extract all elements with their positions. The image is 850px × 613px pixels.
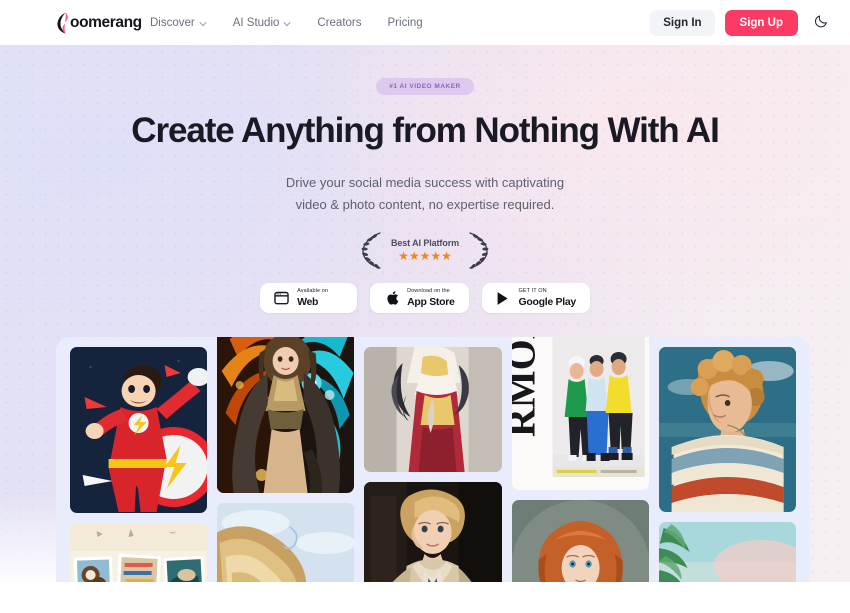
web-button-caption: Available on — [297, 288, 329, 294]
laurel-left-icon — [359, 230, 385, 270]
app-store-button-caption: Download on the — [407, 288, 450, 294]
app-store-button-label: App Store — [407, 295, 455, 308]
nav-item-creators[interactable]: Creators — [317, 17, 361, 29]
hero-subheading-line-1: Drive your social media success with cap… — [285, 175, 565, 190]
showcase-gallery-panel: RMOR NEW STYLE — [56, 337, 810, 613]
brand-logo-text: oomerang — [70, 14, 142, 31]
nav-item-discover[interactable]: Discover — [150, 17, 207, 29]
royal-portrait-card[interactable] — [364, 347, 502, 472]
striped-sweater-card[interactable] — [658, 347, 797, 512]
dark-mode-toggle[interactable] — [810, 12, 832, 34]
hero-subheading: Drive your social media success with cap… — [0, 172, 850, 217]
nav-item-pricing[interactable]: Pricing — [388, 17, 423, 29]
gallery-column-1 — [70, 347, 208, 613]
gallery-column-3 — [364, 347, 502, 613]
google-play-button-label: Google Play — [518, 295, 577, 308]
hero-subheading-line-2: video & photo content, no expertise requ… — [295, 197, 555, 213]
sign-in-button[interactable]: Sign In — [650, 9, 715, 36]
page-root: oomerang Discover AI Studio Creators Pri… — [0, 0, 850, 613]
apple-icon — [384, 291, 399, 306]
nav-item-creators-label: Creators — [317, 16, 362, 29]
gallery-column-2 — [217, 337, 355, 613]
web-button-label: Web — [297, 295, 319, 308]
star-rating: ★★★★★ — [398, 249, 452, 263]
gallery-columns: RMOR NEW STYLE — [56, 337, 810, 613]
nav-actions: Sign In Sign Up — [650, 0, 832, 45]
download-buttons: Available on Web Download on the App Sto… — [0, 283, 850, 313]
google-play-icon — [496, 291, 511, 306]
gallery-column-4: RMOR NEW STYLE — [511, 337, 649, 613]
page-title: Create Anything from Nothing With AI — [131, 111, 720, 150]
panel-bottom-fade — [0, 582, 850, 613]
moon-icon — [814, 13, 829, 33]
sign-up-button[interactable]: Sign Up — [724, 9, 798, 36]
award-title: Best AI Platform — [390, 238, 460, 248]
laurel-right-icon — [465, 230, 491, 270]
hero-badge: #1 AI VIDEO MAKER — [376, 78, 474, 95]
hero-section: #1 AI VIDEO MAKER Create Anything from N… — [0, 45, 850, 613]
browser-window-icon — [274, 291, 289, 306]
brand-logo[interactable]: oomerang — [55, 11, 142, 35]
fantasy-sorceress-card[interactable] — [217, 337, 355, 493]
svg-text:RMOR: RMOR — [512, 337, 544, 437]
top-navigation-bar: oomerang Discover AI Studio Creators Pri… — [0, 0, 850, 45]
award-badge: Best AI Platform ★★★★★ — [0, 230, 850, 270]
fashion-magazine-card[interactable]: RMOR NEW STYLE — [511, 337, 649, 490]
primary-nav-links: Discover AI Studio Creators Pricing — [150, 0, 423, 45]
google-play-button-caption: GET IT ON — [518, 288, 547, 294]
hero-badge-wrapper: #1 AI VIDEO MAKER — [0, 78, 850, 95]
chevron-down-icon — [283, 20, 291, 28]
anime-superhero-card[interactable] — [70, 347, 208, 513]
nav-item-ai-studio-label: AI Studio — [232, 16, 280, 29]
nav-item-ai-studio[interactable]: AI Studio — [233, 17, 292, 29]
boomerang-mark-icon — [55, 11, 72, 35]
app-store-download-button[interactable]: Download on the App Store — [370, 283, 469, 313]
google-play-download-button[interactable]: GET IT ON Google Play — [481, 283, 590, 313]
nav-item-pricing-label: Pricing — [387, 16, 423, 29]
nav-item-discover-label: Discover — [150, 16, 195, 29]
award-text-group: Best AI Platform ★★★★★ — [389, 238, 461, 262]
gallery-column-5 — [658, 347, 797, 613]
web-download-button[interactable]: Available on Web — [260, 283, 358, 313]
chevron-down-icon — [199, 20, 207, 28]
